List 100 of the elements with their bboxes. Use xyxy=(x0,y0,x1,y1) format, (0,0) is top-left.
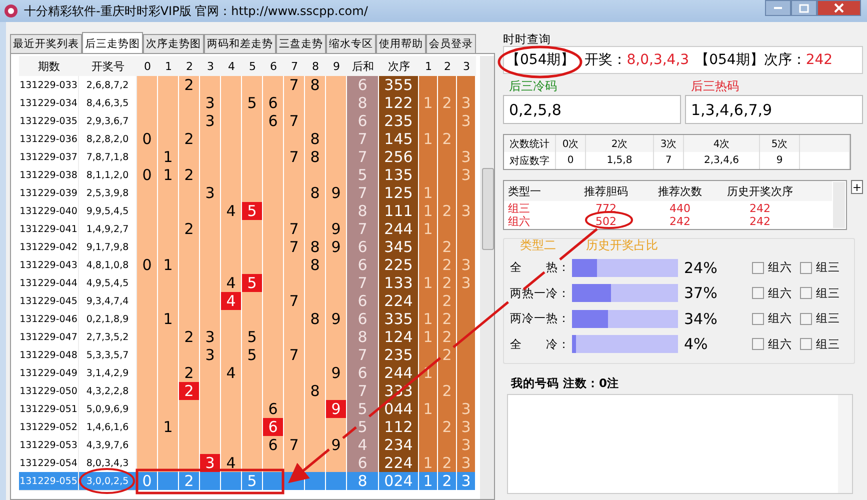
checkbox[interactable] xyxy=(800,312,812,325)
checkbox[interactable] xyxy=(752,338,764,350)
tab[interactable]: 后三走势图 xyxy=(82,32,143,54)
numbers-text-area[interactable] xyxy=(507,394,853,494)
flag-cell: 2 xyxy=(438,202,457,221)
checkbox-option[interactable]: 组六 xyxy=(752,286,800,301)
cold-label: 后三冷码 xyxy=(508,78,558,95)
maximize-button[interactable] xyxy=(791,0,817,16)
checkbox[interactable] xyxy=(800,287,812,300)
table-cell: 131229-037 xyxy=(19,148,79,167)
column-header: 9 xyxy=(332,58,341,74)
column-header: 0 xyxy=(143,58,152,74)
order-cell: 224 xyxy=(379,454,419,473)
tab[interactable]: 缩水专区 xyxy=(326,34,376,53)
order-cell: 244 xyxy=(379,220,419,239)
percent-text: 37% xyxy=(683,284,718,302)
checkbox[interactable] xyxy=(800,262,812,274)
table-cell: 3次 xyxy=(654,135,684,152)
digit-cell: 7 xyxy=(284,292,305,311)
flag-cell: 3 xyxy=(457,472,476,491)
tab[interactable]: 三盘走势 xyxy=(276,34,326,53)
flag-cell: 3 xyxy=(457,202,476,221)
table-cell: 8,4,6,3,5 xyxy=(79,94,137,113)
scrollbar[interactable] xyxy=(480,56,494,499)
flag-cell: 2 xyxy=(438,130,457,149)
order-cell: 044 xyxy=(379,400,419,419)
checkbox-option[interactable]: 组六 xyxy=(752,336,800,352)
checkbox-option[interactable]: 组三 xyxy=(800,260,848,276)
scrollbar[interactable] xyxy=(838,395,852,493)
checkbox-option[interactable]: 组三 xyxy=(800,336,848,352)
expand-button[interactable]: + xyxy=(851,180,863,194)
scrollbar-thumb[interactable] xyxy=(482,168,494,250)
minimize-icon xyxy=(773,6,783,10)
section-title: 我的号码 注数：0注 xyxy=(510,376,620,391)
flag-cell: 1 xyxy=(419,202,438,221)
issue-label: 【054期】 xyxy=(695,51,764,69)
checkbox[interactable] xyxy=(800,338,812,350)
checkbox[interactable] xyxy=(752,312,764,325)
digit-cell: 0 xyxy=(137,166,158,185)
digit-cell: 8 xyxy=(305,256,326,275)
column-header: 3 xyxy=(206,58,215,74)
tab[interactable]: 会员登录 xyxy=(426,34,476,53)
digit-cell: 5 xyxy=(242,94,263,113)
order-cell: 133 xyxy=(379,274,419,293)
flag-cell: 2 xyxy=(438,238,457,257)
checkbox-option[interactable]: 组三 xyxy=(800,286,848,301)
checkbox-option[interactable]: 组六 xyxy=(752,260,800,276)
digit-cell: 5 xyxy=(242,202,263,221)
digit-cell: 7 xyxy=(284,148,305,167)
tab[interactable]: 次序走势图 xyxy=(143,34,204,53)
tab[interactable]: 使用帮助 xyxy=(376,34,426,53)
order-cell: 256 xyxy=(379,148,419,167)
sum-cell: 7 xyxy=(347,148,379,167)
hot-field[interactable]: 1,3,4,6,7,9 xyxy=(685,95,863,124)
digit-cell: 4 xyxy=(221,292,242,311)
table-cell: 对应数字 xyxy=(504,152,556,169)
digit-cell: 7 xyxy=(284,346,305,365)
tab[interactable]: 最近开奖列表 xyxy=(10,34,82,53)
flag-cell: 2 xyxy=(438,292,457,311)
checkbox[interactable] xyxy=(752,262,764,274)
table-cell: 131229-036 xyxy=(19,130,79,149)
sum-cell: 6 xyxy=(347,454,379,473)
column-header: 6 xyxy=(269,58,278,74)
column-header: 开奖号 xyxy=(90,58,126,74)
table-cell: 131229-055 xyxy=(19,472,79,491)
table-cell: 0次 xyxy=(556,135,586,152)
sum-cell: 6 xyxy=(347,238,379,257)
checkbox-option[interactable]: 组三 xyxy=(800,311,848,326)
digit-cell: 5 xyxy=(242,346,263,365)
flag-cell: 3 xyxy=(457,112,476,131)
digit-cell: 0 xyxy=(137,256,158,275)
sum-cell: 8 xyxy=(347,94,379,113)
digit-cell: 2 xyxy=(179,76,200,95)
close-button[interactable] xyxy=(817,0,861,16)
digit-cell: 3 xyxy=(200,346,221,365)
table-cell: 131229-043 xyxy=(19,256,79,275)
digit-cell: 8 xyxy=(305,382,326,401)
checkbox[interactable] xyxy=(752,287,764,300)
digit-cell: 1 xyxy=(158,256,179,275)
order-cell: 024 xyxy=(379,472,419,491)
digit-cell: 6 xyxy=(263,436,284,455)
minimize-button[interactable] xyxy=(765,0,791,16)
table-cell: 2,9,3,6,7 xyxy=(79,112,137,131)
table-cell: 4,8,1,0,8 xyxy=(79,256,137,275)
tab[interactable]: 两码和差走势 xyxy=(204,34,276,53)
order-cell: 234 xyxy=(379,436,419,455)
group-legend: 历史开奖占比 xyxy=(586,237,658,255)
order-cell: 124 xyxy=(379,328,419,347)
scrollbar[interactable] xyxy=(833,182,845,228)
cold-field[interactable]: 0,2,5,8 xyxy=(503,95,681,124)
table-cell: 5,3,3,5,7 xyxy=(79,346,137,365)
checkbox-option[interactable]: 组六 xyxy=(752,311,800,326)
ratio-label: 两冷一热： xyxy=(510,311,571,326)
flag-cell: 1 xyxy=(419,130,438,149)
digit-cell: 6 xyxy=(263,112,284,131)
ratio-label: 两热一冷： xyxy=(510,286,571,301)
flag-cell: 3 xyxy=(457,94,476,113)
table-cell: 131229-051 xyxy=(19,400,79,419)
digit-cell: 9 xyxy=(326,436,347,455)
digit-cell: 1 xyxy=(158,166,179,185)
